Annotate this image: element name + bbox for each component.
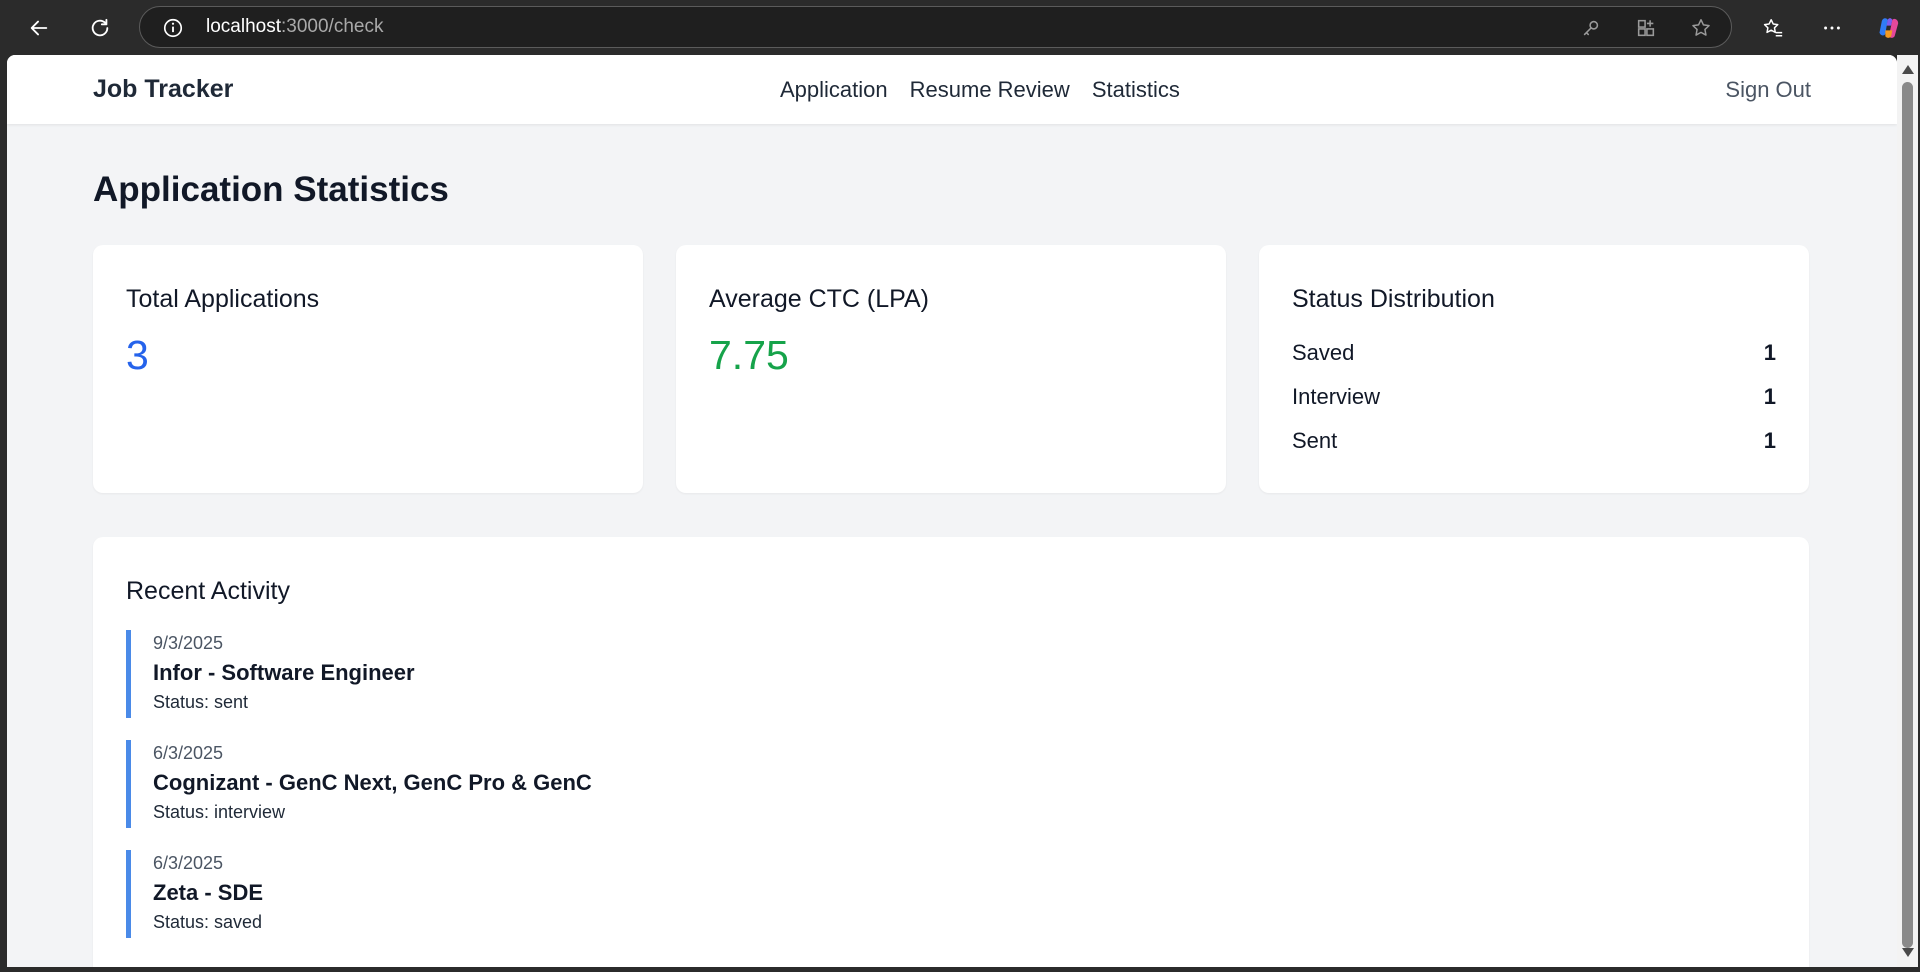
page-scrollbar[interactable] <box>1897 55 1918 967</box>
more-menu-button[interactable] <box>1812 8 1852 48</box>
status-distribution-card: Status Distribution Saved 1 Interview 1 … <box>1259 245 1809 493</box>
activity-title: Infor - Software Engineer <box>153 660 415 685</box>
app-navbar: Job Tracker Application Resume Review St… <box>7 55 1897 124</box>
refresh-icon <box>91 18 109 37</box>
activity-status: Status: saved <box>153 912 263 932</box>
info-icon[interactable] <box>162 17 184 39</box>
key-icon[interactable] <box>1580 17 1602 39</box>
url-path: :3000/check <box>281 16 384 37</box>
url-host: localhost <box>206 16 281 37</box>
more-dots-icon <box>1824 26 1840 30</box>
sign-out-button[interactable]: Sign Out <box>1725 55 1811 124</box>
browser-toolbar: localhost:3000/check <box>0 0 1920 54</box>
total-applications-title: Total Applications <box>126 285 320 313</box>
status-count: 1 <box>1763 428 1776 453</box>
status-label: Sent <box>1292 428 1338 453</box>
activity-date: 6/3/2025 <box>153 853 224 873</box>
activity-status: Status: sent <box>153 692 249 712</box>
scroll-up-arrow-icon[interactable] <box>1902 65 1914 74</box>
scrollbar-thumb[interactable] <box>1902 82 1913 948</box>
status-label: Interview <box>1292 384 1381 409</box>
copilot-button[interactable] <box>1870 8 1910 48</box>
status-distribution-title: Status Distribution <box>1292 285 1495 313</box>
scroll-down-arrow-icon[interactable] <box>1902 948 1914 957</box>
status-count: 1 <box>1763 384 1776 409</box>
activity-date: 9/3/2025 <box>153 633 224 653</box>
status-label: Saved <box>1292 340 1355 365</box>
nav-link-resume-review[interactable]: Resume Review <box>910 77 1070 103</box>
page-title: Application Statistics <box>93 170 449 209</box>
brand-logo-text[interactable]: Job Tracker <box>93 55 233 124</box>
average-ctc-title: Average CTC (LPA) <box>709 285 929 313</box>
recent-activity-title: Recent Activity <box>126 577 290 605</box>
address-bar[interactable]: localhost:3000/check <box>139 6 1732 48</box>
favorite-star-icon[interactable] <box>1690 17 1712 39</box>
apps-icon[interactable] <box>1635 17 1657 39</box>
nav-link-application[interactable]: Application <box>780 77 888 103</box>
page-viewport: Job Tracker Application Resume Review St… <box>7 55 1897 967</box>
favorites-icon <box>1763 19 1783 37</box>
status-row-saved: Saved 1 <box>1292 339 1776 383</box>
activity-item[interactable]: 6/3/2025 Zeta - SDE Status: saved <box>126 850 1776 938</box>
status-row-sent: Sent 1 <box>1292 427 1776 471</box>
average-ctc-card: Average CTC (LPA) 7.75 <box>676 245 1226 493</box>
refresh-button[interactable] <box>80 8 120 48</box>
activity-title: Zeta - SDE <box>153 880 264 905</box>
activity-item[interactable]: 6/3/2025 Cognizant - GenC Next, GenC Pro… <box>126 740 1776 828</box>
copilot-icon <box>1879 18 1899 38</box>
back-arrow-icon <box>30 20 48 36</box>
activity-list: 9/3/2025 Infor - Software Engineer Statu… <box>126 630 1776 960</box>
favorites-button[interactable] <box>1753 8 1793 48</box>
activity-title: Cognizant - GenC Next, GenC Pro & GenC <box>153 770 592 795</box>
total-applications-card: Total Applications 3 <box>93 245 643 493</box>
nav-link-statistics[interactable]: Statistics <box>1092 77 1180 103</box>
average-ctc-value: 7.75 <box>709 332 789 378</box>
activity-date: 6/3/2025 <box>153 743 224 763</box>
status-distribution-list: Saved 1 Interview 1 Sent 1 <box>1292 339 1776 471</box>
status-row-interview: Interview 1 <box>1292 383 1776 427</box>
nav-links: Application Resume Review Statistics <box>780 55 1180 124</box>
back-button[interactable] <box>19 8 59 48</box>
activity-status: Status: interview <box>153 802 286 822</box>
status-count: 1 <box>1763 340 1776 365</box>
recent-activity-card: Recent Activity 9/3/2025 Infor - Softwar… <box>93 537 1809 967</box>
url-text[interactable]: localhost:3000/check <box>206 7 383 47</box>
total-applications-value: 3 <box>126 332 149 378</box>
activity-item[interactable]: 9/3/2025 Infor - Software Engineer Statu… <box>126 630 1776 718</box>
